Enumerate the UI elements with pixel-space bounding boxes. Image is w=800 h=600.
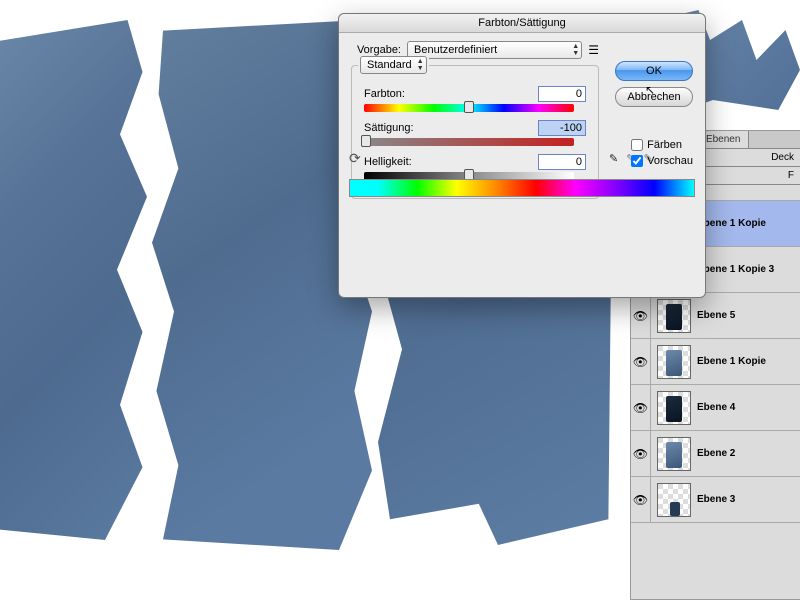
scrubby-adjust-icon[interactable]: ⟳ [349, 150, 361, 167]
eyedropper-icon[interactable]: ✎ [609, 152, 618, 165]
layer-name[interactable]: Ebene 5 [697, 310, 735, 321]
preset-label: Vorgabe: [351, 44, 401, 56]
dialog-title: Farbton/Sättigung [339, 14, 705, 33]
paper-piece [0, 20, 150, 540]
saturation-track[interactable] [364, 138, 574, 146]
saturation-thumb[interactable] [361, 135, 371, 147]
lightness-label: Helligkeit: [364, 156, 438, 168]
layer-row[interactable]: 👁 Ebene 4 [631, 385, 800, 431]
channel-value: Standard [367, 59, 412, 71]
cancel-button[interactable]: Abbrechen [615, 87, 693, 107]
layer-thumbnail[interactable] [657, 437, 691, 471]
channel-dropdown[interactable]: Standard ▲▼ [360, 56, 427, 74]
layer-row[interactable]: 👁 Ebene 1 Kopie [631, 339, 800, 385]
layer-thumbnail[interactable] [657, 299, 691, 333]
visibility-toggle[interactable]: 👁 [631, 477, 651, 522]
preview-input[interactable] [631, 155, 643, 167]
layer-row[interactable]: 👁 Ebene 5 [631, 293, 800, 339]
layer-row[interactable]: 👁 Ebene 3 [631, 477, 800, 523]
layer-name[interactable]: Ebene 4 [697, 402, 735, 413]
visibility-toggle[interactable]: 👁 [631, 385, 651, 430]
layer-name[interactable]: Ebene 1 Kopie [697, 356, 766, 367]
colorize-input[interactable] [631, 139, 643, 151]
layer-thumbnail[interactable] [657, 345, 691, 379]
preset-dropdown[interactable]: Benutzerdefiniert ▲▼ [407, 41, 582, 59]
saturation-input[interactable] [538, 120, 586, 136]
hue-thumb[interactable] [464, 101, 474, 113]
layer-thumbnail[interactable] [657, 483, 691, 517]
hue-input[interactable] [538, 86, 586, 102]
layer-name[interactable]: Ebene 1 Kopie [697, 218, 766, 229]
layer-name[interactable]: Ebene 1 Kopie 3 [697, 264, 774, 275]
colorize-label: Färben [647, 139, 682, 151]
hue-label: Farbton: [364, 88, 438, 100]
visibility-toggle[interactable]: 👁 [631, 431, 651, 476]
preset-value: Benutzerdefiniert [414, 44, 497, 56]
fill-label: F [788, 170, 794, 181]
preview-label: Vorschau [647, 155, 693, 167]
hue-saturation-dialog: Farbton/Sättigung Vorgabe: Benutzerdefin… [338, 13, 706, 298]
visibility-toggle[interactable]: 👁 [631, 339, 651, 384]
hue-slider: Farbton: [364, 86, 586, 112]
opacity-label: Deck [771, 152, 794, 163]
saturation-label: Sättigung: [364, 122, 438, 134]
ok-button[interactable]: OK [615, 61, 693, 81]
lightness-input[interactable] [538, 154, 586, 170]
colorize-checkbox[interactable]: Färben [631, 139, 693, 151]
saturation-slider: Sättigung: [364, 120, 586, 146]
preview-checkbox[interactable]: Vorschau [631, 155, 693, 167]
spectrum-bar[interactable] [349, 179, 695, 197]
layer-name[interactable]: Ebene 2 [697, 448, 735, 459]
layer-thumbnail[interactable] [657, 391, 691, 425]
preset-menu-icon[interactable]: ☰ [588, 43, 599, 57]
layer-row[interactable]: 👁 Ebene 2 [631, 431, 800, 477]
visibility-toggle[interactable]: 👁 [631, 293, 651, 338]
lightness-slider: Helligkeit: [364, 154, 586, 180]
hue-track[interactable] [364, 104, 574, 112]
layer-name[interactable]: Ebene 3 [697, 494, 735, 505]
